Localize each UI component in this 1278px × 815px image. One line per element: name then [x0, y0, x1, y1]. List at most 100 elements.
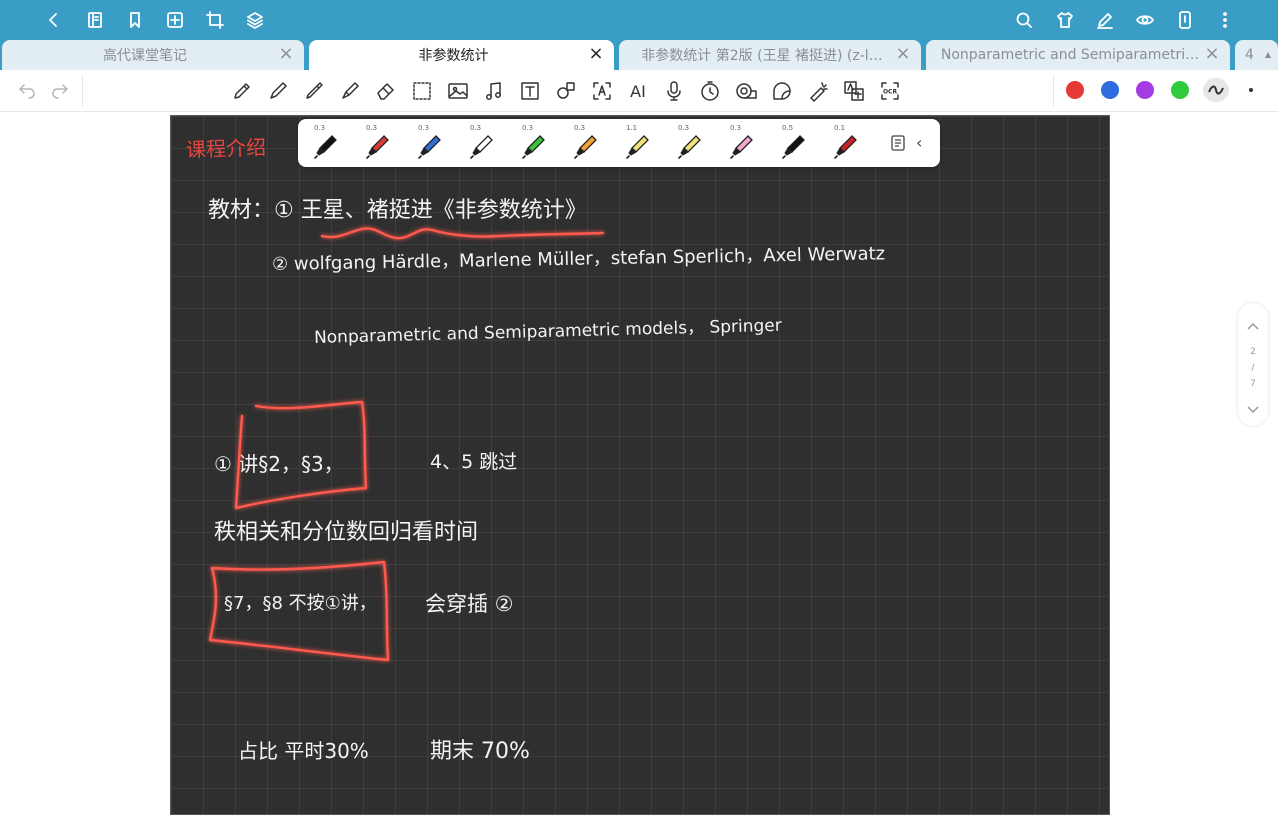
- stroke-style-button[interactable]: [1203, 78, 1229, 102]
- close-icon[interactable]: ×: [1204, 45, 1220, 63]
- book-icon[interactable]: [84, 9, 106, 31]
- pen-size-label: 0.3: [418, 124, 430, 132]
- palette-pen[interactable]: 1.1: [612, 119, 664, 167]
- pen-icon: [834, 135, 857, 159]
- pen-size-label: 0.3: [678, 124, 690, 132]
- tab-pdf-1[interactable]: 非参数统计 第2版 (王星 褚挺进) (z-l… ×: [619, 40, 921, 70]
- palette-pen[interactable]: 0.3: [300, 119, 352, 167]
- pencil-icon[interactable]: [230, 79, 254, 103]
- note-line-chapters-7-8: §7，§8 不按①讲，: [224, 593, 377, 614]
- close-icon[interactable]: ×: [588, 45, 604, 63]
- crop-icon[interactable]: [204, 9, 226, 31]
- bookmark-icon[interactable]: [124, 9, 146, 31]
- palette-menu-icon[interactable]: [890, 134, 906, 152]
- note-line-grading-regular: 占比 平时30%: [238, 739, 369, 763]
- text-recognize-icon[interactable]: [590, 79, 614, 103]
- tab-notebook-2[interactable]: 非参数统计 ×: [309, 40, 614, 70]
- tab-label: 非参数统计 第2版 (王星 褚挺进) (z-l…: [641, 48, 883, 64]
- stroke-size-dot[interactable]: [1249, 88, 1253, 92]
- pen-size-label: 0.3: [366, 124, 378, 132]
- palette-pen[interactable]: 0.3: [352, 119, 404, 167]
- tab-label: 非参数统计: [418, 48, 489, 64]
- close-icon[interactable]: ×: [278, 45, 294, 63]
- palette-pen[interactable]: 0.3: [664, 119, 716, 167]
- tab-overflow[interactable]: 4 ▲: [1235, 40, 1278, 70]
- pen-size-label: 0.3: [522, 124, 534, 132]
- note-line-chapters: ① 讲§2，§3，: [214, 452, 344, 476]
- brush-icon[interactable]: [338, 79, 362, 103]
- color-swatch-purple[interactable]: [1136, 81, 1154, 99]
- laser-icon[interactable]: [806, 79, 830, 103]
- tab-pdf-2[interactable]: Nonparametric and Semiparametri… ×: [926, 40, 1230, 70]
- pen-size-label: 0.5: [782, 124, 794, 132]
- music-icon[interactable]: [482, 79, 506, 103]
- pen-icon: [522, 135, 545, 159]
- note-line-interleave: 会穿插 ②: [425, 592, 514, 616]
- tab-bar: 高代课堂笔记 × 非参数统计 × 非参数统计 第2版 (王星 褚挺进) (z-l…: [0, 40, 1278, 70]
- page-separator: /: [1251, 363, 1255, 373]
- top-bar: [0, 0, 1278, 40]
- lasso-icon[interactable]: [410, 79, 434, 103]
- note-line-rank-correlation: 秩相关和分位数回归看时间: [214, 520, 479, 545]
- tab-label: 高代课堂笔记: [103, 48, 187, 64]
- fineliner-icon[interactable]: [266, 79, 290, 103]
- sticker-icon[interactable]: [770, 79, 794, 103]
- note-line-textbook-1: 教材：① 王星、褚挺进《非参数统计》: [208, 198, 587, 223]
- tab-count: 4: [1245, 47, 1254, 63]
- note-line-skip: 4、5 跳过: [430, 451, 518, 473]
- more-vert-icon[interactable]: [1214, 9, 1236, 31]
- layers-icon[interactable]: [244, 9, 266, 31]
- chevron-up-icon[interactable]: [1246, 321, 1260, 331]
- page-current: 2: [1250, 347, 1256, 357]
- pen-icon: [314, 135, 337, 159]
- undo-icon[interactable]: [15, 79, 39, 103]
- color-swatch-green[interactable]: [1171, 81, 1189, 99]
- page-total: 7: [1250, 379, 1256, 389]
- ai-icon[interactable]: AI: [626, 79, 650, 103]
- close-icon[interactable]: ×: [895, 45, 911, 63]
- palette-pen[interactable]: 0.1: [820, 119, 872, 167]
- palette-pen[interactable]: 0.3: [560, 119, 612, 167]
- pen-size-label: 0.3: [314, 124, 326, 132]
- pen-icon[interactable]: [302, 79, 326, 103]
- pen-edit-icon[interactable]: [1094, 9, 1116, 31]
- textbox-icon[interactable]: [518, 79, 542, 103]
- palette-pen[interactable]: 0.5: [768, 119, 820, 167]
- ocr-icon[interactable]: OCR: [878, 79, 902, 103]
- palette-pen[interactable]: 0.3: [456, 119, 508, 167]
- palette-pen[interactable]: 0.3: [404, 119, 456, 167]
- pen-size-label: 1.1: [626, 124, 638, 132]
- shapes-icon[interactable]: [554, 79, 578, 103]
- image-icon[interactable]: [446, 79, 470, 103]
- pen-icon: [470, 135, 493, 159]
- divider: [1053, 76, 1054, 106]
- note-line-grading-final: 期末 70%: [430, 739, 530, 764]
- pen-icon: [626, 135, 649, 159]
- palette-pen[interactable]: 0.3: [716, 119, 768, 167]
- shirt-icon[interactable]: [1054, 9, 1076, 31]
- back-icon[interactable]: [43, 9, 65, 31]
- redo-icon[interactable]: [48, 79, 72, 103]
- chevron-down-icon[interactable]: [1246, 405, 1260, 415]
- eraser-icon[interactable]: [374, 79, 398, 103]
- chevron-left-icon[interactable]: ‹: [916, 133, 930, 153]
- color-swatch-red[interactable]: [1066, 81, 1084, 99]
- pen-icon: [574, 135, 597, 159]
- search-icon[interactable]: [1013, 9, 1035, 31]
- tab-notebook-1[interactable]: 高代课堂笔记 ×: [2, 40, 304, 70]
- add-page-icon[interactable]: [164, 9, 186, 31]
- microphone-icon[interactable]: [662, 79, 686, 103]
- translate-icon[interactable]: [842, 79, 866, 103]
- color-swatch-blue[interactable]: [1101, 81, 1119, 99]
- eye-icon[interactable]: [1134, 9, 1156, 31]
- pen-icon: [730, 135, 753, 159]
- phone-icon[interactable]: [1174, 9, 1196, 31]
- timer-icon[interactable]: [698, 79, 722, 103]
- tool-row: AI OCR: [0, 70, 1278, 112]
- tape-icon[interactable]: [734, 79, 758, 103]
- palette-pen[interactable]: 0.3: [508, 119, 560, 167]
- pen-size-label: 0.1: [834, 124, 846, 132]
- divider: [82, 76, 83, 106]
- pen-icon: [782, 135, 805, 159]
- page-indicator[interactable]: 2 / 7: [1238, 303, 1268, 426]
